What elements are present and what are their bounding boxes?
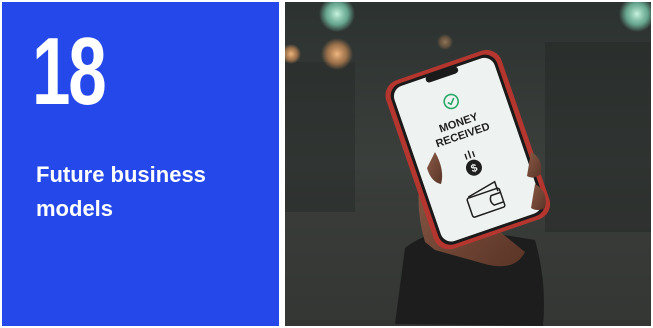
photo-phone-money-received: MONEY RECEIVED $ [285,2,651,326]
topic-number: 18 [32,18,107,125]
topic-title: Future business models [36,162,206,221]
topic-card: 18 Future business models [2,2,279,326]
